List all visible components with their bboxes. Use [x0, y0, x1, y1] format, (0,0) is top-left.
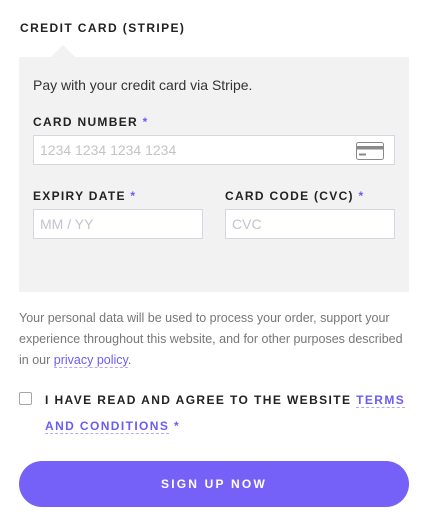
required-marker: *	[142, 115, 149, 129]
expiry-date-label-text: EXPIRY DATE	[33, 189, 126, 203]
credit-card-icon	[356, 142, 384, 160]
card-code-label-text: CARD CODE (CVC)	[225, 189, 354, 203]
terms-agreement: I HAVE READ AND AGREE TO THE WEBSITE TER…	[19, 387, 411, 439]
required-marker: *	[130, 189, 137, 203]
panel-pointer	[51, 45, 75, 57]
required-marker: *	[174, 419, 181, 433]
credit-card-panel: Pay with your credit card via Stripe. CA…	[19, 45, 409, 292]
privacy-policy-link[interactable]: privacy policy	[53, 353, 128, 368]
sign-up-button[interactable]: SIGN UP NOW	[19, 461, 409, 507]
card-code-input[interactable]	[225, 209, 395, 239]
card-number-label: CARD NUMBER *	[33, 115, 149, 129]
expiry-date-label: EXPIRY DATE *	[33, 189, 136, 203]
card-number-input[interactable]	[33, 135, 395, 165]
required-marker: *	[358, 189, 365, 203]
payment-method-label: CREDIT CARD (STRIPE)	[20, 21, 186, 35]
expiry-date-input[interactable]	[33, 209, 203, 239]
privacy-notice: Your personal data will be used to proce…	[19, 308, 411, 371]
card-number-label-text: CARD NUMBER	[33, 115, 138, 129]
card-code-label: CARD CODE (CVC) *	[225, 189, 364, 203]
terms-checkbox[interactable]	[19, 392, 32, 405]
payment-description: Pay with your credit card via Stripe.	[33, 77, 253, 93]
privacy-end: .	[127, 353, 132, 367]
terms-label: I HAVE READ AND AGREE TO THE WEBSITE TER…	[19, 387, 411, 439]
terms-text: I HAVE READ AND AGREE TO THE WEBSITE	[45, 393, 357, 407]
